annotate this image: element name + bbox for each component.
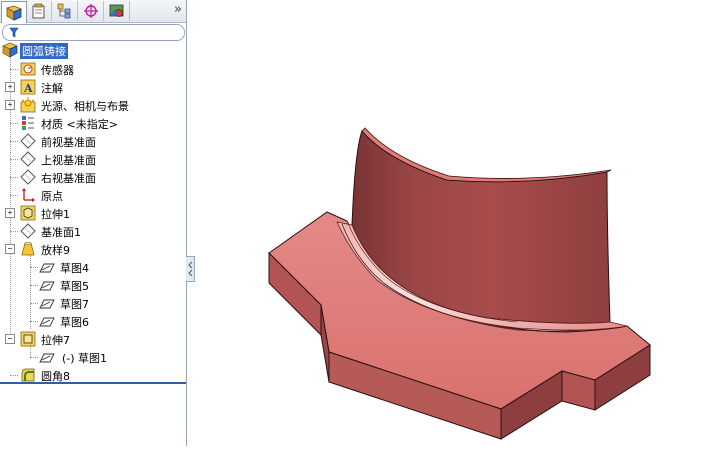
plane-icon [20, 223, 36, 239]
tree-item-label: 上视基准面 [41, 154, 96, 167]
collapse-button[interactable]: − [5, 244, 15, 254]
tree-item-label: 草图4 [60, 262, 89, 275]
annotation-icon: A [20, 79, 36, 95]
material-icon [22, 116, 34, 130]
tree-item-origin[interactable]: 原点 [0, 186, 186, 204]
tree-item-label: 光源、相机与布景 [41, 100, 129, 113]
tree-connector [30, 303, 38, 304]
tree-connector [10, 375, 18, 376]
tree-item-plane1[interactable]: 基准面1 [0, 222, 186, 240]
tree-item-sketch4[interactable]: 草图4 [0, 258, 186, 276]
tree-item-extrude7[interactable]: − 拉伸7 [0, 330, 186, 348]
tree-item-label: 放样9 [41, 244, 70, 257]
manager-toolbar: » [0, 0, 186, 23]
part-model[interactable] [187, 0, 722, 446]
tree-connector [10, 195, 18, 196]
boss-extrude-icon [20, 331, 36, 347]
sketch-icon [39, 263, 55, 273]
tree-item-label: 草图7 [60, 298, 89, 311]
tree-item-sketch6[interactable]: 草图6 [0, 312, 186, 330]
property-manager-icon [32, 3, 45, 19]
lights-cameras-scene-icon [20, 97, 36, 113]
more-tabs-button[interactable]: » [174, 2, 182, 17]
tree-item-label: 前视基准面 [41, 136, 96, 149]
tree-item-sketch1[interactable]: (-) 草图1 [0, 348, 186, 366]
tree-item-right-plane[interactable]: 右视基准面 [0, 168, 186, 186]
expand-button[interactable]: + [5, 82, 15, 92]
tree-item-label: 草图6 [60, 316, 89, 329]
tree-connector [10, 69, 18, 70]
tree-connector [10, 123, 18, 124]
tree-connector [30, 321, 38, 322]
graphics-viewport[interactable] [187, 0, 722, 446]
tree-item-label: 材质 <未指定> [41, 118, 118, 131]
tree-item-label: (-) 草图1 [62, 352, 108, 365]
plane-icon [20, 169, 36, 185]
tree-connector [10, 141, 18, 142]
tree-item-label: 右视基准面 [41, 172, 96, 185]
tree-item-extrude1[interactable]: + 拉伸1 [0, 204, 186, 222]
tree-connector [30, 357, 38, 358]
tree-item-top-plane[interactable]: 上视基准面 [0, 150, 186, 168]
tree-item-loft9[interactable]: − 放样9 [0, 240, 186, 258]
tree-item-label: 传感器 [41, 64, 74, 77]
tree-item-label: 草图5 [60, 280, 89, 293]
tree-item-front-plane[interactable]: 前视基准面 [0, 132, 186, 150]
expand-button[interactable]: + [5, 100, 15, 110]
property-manager-tab[interactable] [27, 1, 52, 21]
tree-item-lights[interactable]: + 光源、相机与布景 [0, 96, 186, 114]
tree-connector [30, 267, 38, 268]
fillet-icon [21, 368, 35, 382]
part-icon [2, 42, 18, 58]
plane-icon [20, 151, 36, 167]
svg-text:A: A [23, 82, 33, 95]
configuration-manager-icon [57, 3, 71, 19]
boss-extrude-icon [20, 205, 36, 221]
tree-item-sketch7[interactable]: 草图7 [0, 294, 186, 312]
sensor-icon [20, 62, 36, 76]
display-manager-tab[interactable] [105, 1, 130, 21]
tree-item-sensors[interactable]: 传感器 [0, 60, 186, 78]
tree-filter-field[interactable] [2, 24, 185, 41]
display-manager-icon [109, 4, 124, 17]
tree-connector [10, 231, 18, 232]
feature-manager-panel: » 圆弧铸接 传感器 + A 注解 + 光源、相机与布景 材质 <未指定> 前视… [0, 0, 187, 446]
loft-icon [21, 241, 35, 256]
tree-item-label: 原点 [41, 190, 63, 203]
tree-item-label: 基准面1 [41, 226, 81, 239]
tree-root[interactable]: 圆弧铸接 [0, 41, 186, 59]
dim-expert-icon [84, 4, 98, 18]
tree-item-label: 注解 [41, 82, 63, 95]
tree-connector [30, 285, 38, 286]
origin-icon [22, 188, 35, 202]
feature-manager-tab[interactable] [1, 1, 27, 23]
sketch-icon [39, 281, 55, 291]
filter-icon [9, 27, 19, 38]
tree-root-label: 圆弧铸接 [20, 43, 68, 59]
tree-item-material[interactable]: 材质 <未指定> [0, 114, 186, 132]
tree-item-label: 拉伸7 [41, 334, 70, 347]
tree-item-sketch5[interactable]: 草图5 [0, 276, 186, 294]
tree-item-label: 拉伸1 [41, 208, 70, 221]
sketch-icon [39, 299, 55, 309]
dim-expert-tab[interactable] [79, 1, 104, 21]
feature-manager-icon [5, 5, 23, 21]
plane-icon [20, 133, 36, 149]
tree-connector [10, 159, 18, 160]
sketch-icon [39, 317, 55, 327]
tree-item-annotations[interactable]: + A 注解 [0, 78, 186, 96]
expand-button[interactable]: + [5, 208, 15, 218]
configuration-manager-tab[interactable] [53, 1, 78, 21]
rollback-bar[interactable] [0, 382, 186, 384]
tree-connector [10, 177, 18, 178]
collapse-button[interactable]: − [5, 334, 15, 344]
sketch-icon [39, 353, 55, 363]
